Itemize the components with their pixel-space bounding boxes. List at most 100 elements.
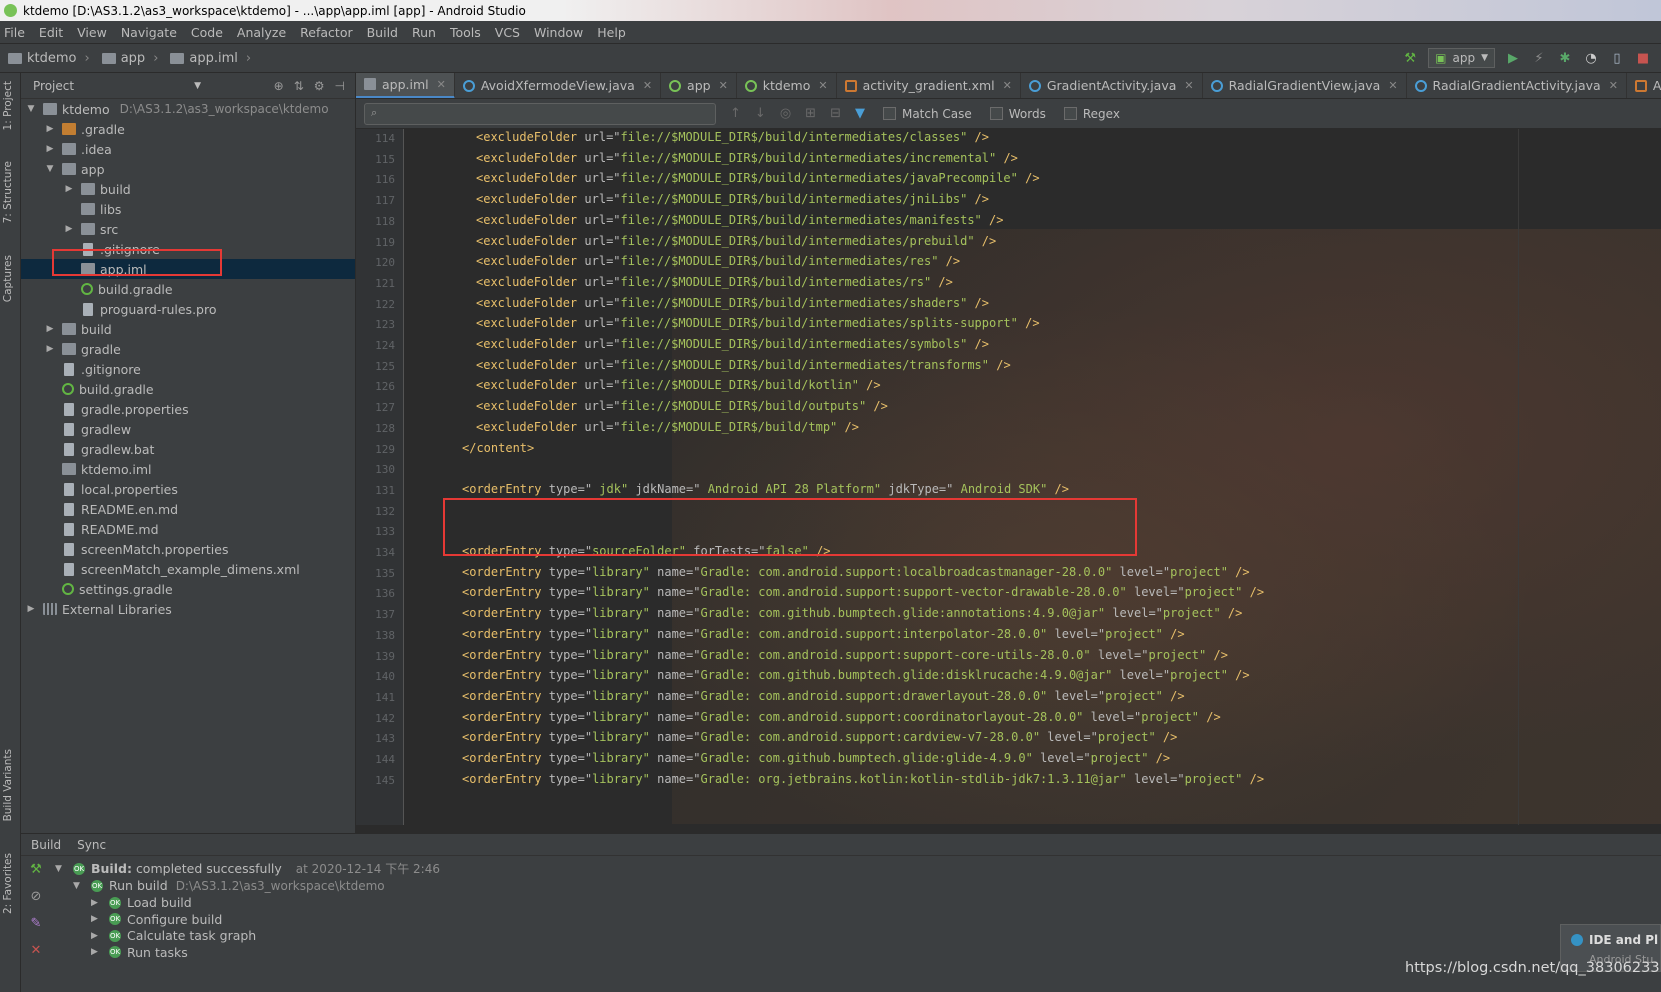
tree-item[interactable]: screenMatch_example_dimens.xml bbox=[21, 559, 355, 579]
collapsed-arrow-icon[interactable]: ▶ bbox=[91, 947, 103, 957]
editor-tab[interactable]: AndroidManifest bbox=[1627, 73, 1661, 98]
close-tab-icon[interactable]: ✕ bbox=[1184, 79, 1193, 92]
toggle-view-icon[interactable]: ⊘ bbox=[31, 889, 42, 904]
gear-icon[interactable]: ⚙ bbox=[314, 79, 325, 93]
editor-tab[interactable]: RadialGradientActivity.java ✕ bbox=[1407, 73, 1627, 98]
tree-item[interactable]: build.gradle bbox=[21, 379, 355, 399]
close-tab-icon[interactable]: ✕ bbox=[719, 79, 728, 92]
chevron-down-icon[interactable]: ▼ bbox=[194, 81, 201, 91]
words-checkbox[interactable]: Words bbox=[989, 107, 1046, 121]
tree-item[interactable]: ▶ .gradle bbox=[21, 119, 355, 139]
code-editor[interactable]: <excludeFolder url="file://$MODULE_DIR$/… bbox=[426, 129, 1661, 825]
filter-icon[interactable]: ▼ bbox=[855, 106, 865, 121]
tree-item[interactable]: ▶ build bbox=[21, 319, 355, 339]
menu-refactor[interactable]: Refactor bbox=[300, 25, 352, 40]
editor-tab[interactable]: app.iml ✕ bbox=[356, 73, 455, 98]
profile-icon[interactable]: ◔ bbox=[1583, 50, 1599, 66]
menu-help[interactable]: Help bbox=[597, 25, 626, 40]
close-tab-icon[interactable]: ✕ bbox=[1609, 79, 1618, 92]
regex-checkbox[interactable]: Regex bbox=[1063, 107, 1120, 121]
collapsed-arrow-icon[interactable]: ▶ bbox=[63, 184, 75, 194]
collapsed-arrow-icon[interactable]: ▶ bbox=[44, 324, 56, 334]
tree-item[interactable]: README.en.md bbox=[21, 499, 355, 519]
run-build-row[interactable]: ▼ OK Run build D:\AS3.1.2\as3_workspace\… bbox=[73, 877, 385, 894]
menu-edit[interactable]: Edit bbox=[39, 25, 63, 40]
collapsed-arrow-icon[interactable]: ▶ bbox=[91, 914, 103, 924]
breadcrumb-project[interactable]: ktdemo › bbox=[8, 51, 90, 66]
pin-icon[interactable]: ✎ bbox=[31, 916, 42, 931]
tab-sync[interactable]: Sync bbox=[77, 838, 106, 852]
collapse-all-icon[interactable]: ⇅ bbox=[294, 79, 304, 93]
tree-item[interactable]: build.gradle bbox=[21, 279, 355, 299]
tree-item[interactable]: screenMatch.properties bbox=[21, 539, 355, 559]
tree-item[interactable]: gradlew bbox=[21, 419, 355, 439]
editor-tab[interactable]: activity_gradient.xml ✕ bbox=[837, 73, 1021, 98]
build-task-row[interactable]: ▶ OK Configure build bbox=[91, 911, 222, 928]
tree-item[interactable]: ▶ src bbox=[21, 219, 355, 239]
tree-item[interactable]: .gitignore bbox=[21, 239, 355, 259]
collapsed-arrow-icon[interactable]: ▶ bbox=[44, 124, 56, 134]
tree-item[interactable]: proguard-rules.pro bbox=[21, 299, 355, 319]
tree-item[interactable]: app.iml bbox=[21, 259, 355, 279]
tree-item[interactable]: gradlew.bat bbox=[21, 439, 355, 459]
build-hammer-icon[interactable]: ⚒ bbox=[30, 862, 42, 877]
close-tab-icon[interactable]: ✕ bbox=[643, 79, 652, 92]
collapsed-arrow-icon[interactable]: ▶ bbox=[44, 144, 56, 154]
tree-item[interactable]: ▶ build bbox=[21, 179, 355, 199]
structure-tool-tab[interactable]: 7: Structure bbox=[2, 161, 14, 223]
add-selection-icon[interactable]: ⊞ bbox=[805, 106, 816, 121]
run-icon[interactable]: ▶ bbox=[1505, 50, 1521, 66]
debug-icon[interactable]: ✱ bbox=[1557, 50, 1573, 66]
menu-vcs[interactable]: VCS bbox=[495, 25, 520, 40]
favorites-tool-tab[interactable]: 2: Favorites bbox=[2, 853, 14, 914]
next-occurrence-icon[interactable]: ↓ bbox=[755, 106, 766, 121]
editor-tab[interactable]: AvoidXfermodeView.java ✕ bbox=[455, 73, 662, 98]
expanded-arrow-icon[interactable]: ▼ bbox=[44, 164, 56, 174]
close-tab-icon[interactable]: ✕ bbox=[818, 79, 827, 92]
build-task-row[interactable]: ▶ OK Run tasks bbox=[91, 944, 188, 961]
project-view-selector[interactable]: Project bbox=[33, 79, 74, 93]
close-tab-icon[interactable]: ✕ bbox=[1003, 79, 1012, 92]
hide-panel-icon[interactable]: ⊣ bbox=[335, 79, 345, 93]
menu-tools[interactable]: Tools bbox=[450, 25, 481, 40]
tree-item[interactable]: ▼ app bbox=[21, 159, 355, 179]
collapsed-arrow-icon[interactable]: ▶ bbox=[25, 604, 37, 614]
build-variants-tool-tab[interactable]: Build Variants bbox=[2, 749, 14, 821]
make-hammer-icon[interactable]: ⚒ bbox=[1402, 50, 1418, 66]
device-manager-icon[interactable]: ▯ bbox=[1609, 50, 1625, 66]
previous-occurrence-icon[interactable]: ↑ bbox=[730, 106, 741, 121]
match-case-checkbox[interactable]: Match Case bbox=[882, 107, 972, 121]
apply-changes-icon[interactable]: ⚡ bbox=[1531, 50, 1547, 66]
project-tool-tab[interactable]: 1: Project bbox=[2, 81, 14, 130]
tree-item[interactable]: ▶ gradle bbox=[21, 339, 355, 359]
menu-window[interactable]: Window bbox=[534, 25, 583, 40]
run-configuration-select[interactable]: ▣ app ▼ bbox=[1428, 48, 1495, 68]
menu-run[interactable]: Run bbox=[412, 25, 436, 40]
editor-tab[interactable]: RadialGradientView.java ✕ bbox=[1203, 73, 1407, 98]
build-task-row[interactable]: ▶ OK Calculate task graph bbox=[91, 927, 256, 944]
editor-tab[interactable]: app ✕ bbox=[661, 73, 737, 98]
breadcrumb-file[interactable]: app.iml › bbox=[170, 51, 251, 66]
breadcrumb-module[interactable]: app › bbox=[101, 51, 158, 66]
tree-item[interactable]: gradle.properties bbox=[21, 399, 355, 419]
tree-item[interactable]: libs bbox=[21, 199, 355, 219]
tree-item[interactable]: local.properties bbox=[21, 479, 355, 499]
close-tab-icon[interactable]: ✕ bbox=[437, 78, 446, 91]
locate-icon[interactable]: ⊕ bbox=[274, 79, 284, 93]
tree-item[interactable]: .gitignore bbox=[21, 359, 355, 379]
tree-item[interactable]: ktdemo.iml bbox=[21, 459, 355, 479]
menu-analyze[interactable]: Analyze bbox=[237, 25, 286, 40]
menu-navigate[interactable]: Navigate bbox=[121, 25, 177, 40]
close-icon[interactable]: ✕ bbox=[31, 943, 42, 958]
select-all-occurrences-icon[interactable]: ⊟ bbox=[830, 106, 841, 121]
search-input[interactable] bbox=[364, 102, 716, 125]
menu-file[interactable]: File bbox=[4, 25, 25, 40]
build-task-row[interactable]: ▶ OK Load build bbox=[91, 894, 192, 911]
editor-tab[interactable]: GradientActivity.java ✕ bbox=[1021, 73, 1203, 98]
tree-item[interactable]: ▼ ktdemo D:\AS3.1.2\as3_workspace\ktdemo bbox=[21, 99, 355, 119]
tab-build[interactable]: Build bbox=[31, 838, 61, 852]
stop-icon[interactable]: ■ bbox=[1635, 50, 1651, 66]
tree-item[interactable]: ▶ External Libraries bbox=[21, 599, 355, 619]
find-all-icon[interactable]: ◎ bbox=[780, 106, 791, 121]
menu-code[interactable]: Code bbox=[191, 25, 223, 40]
